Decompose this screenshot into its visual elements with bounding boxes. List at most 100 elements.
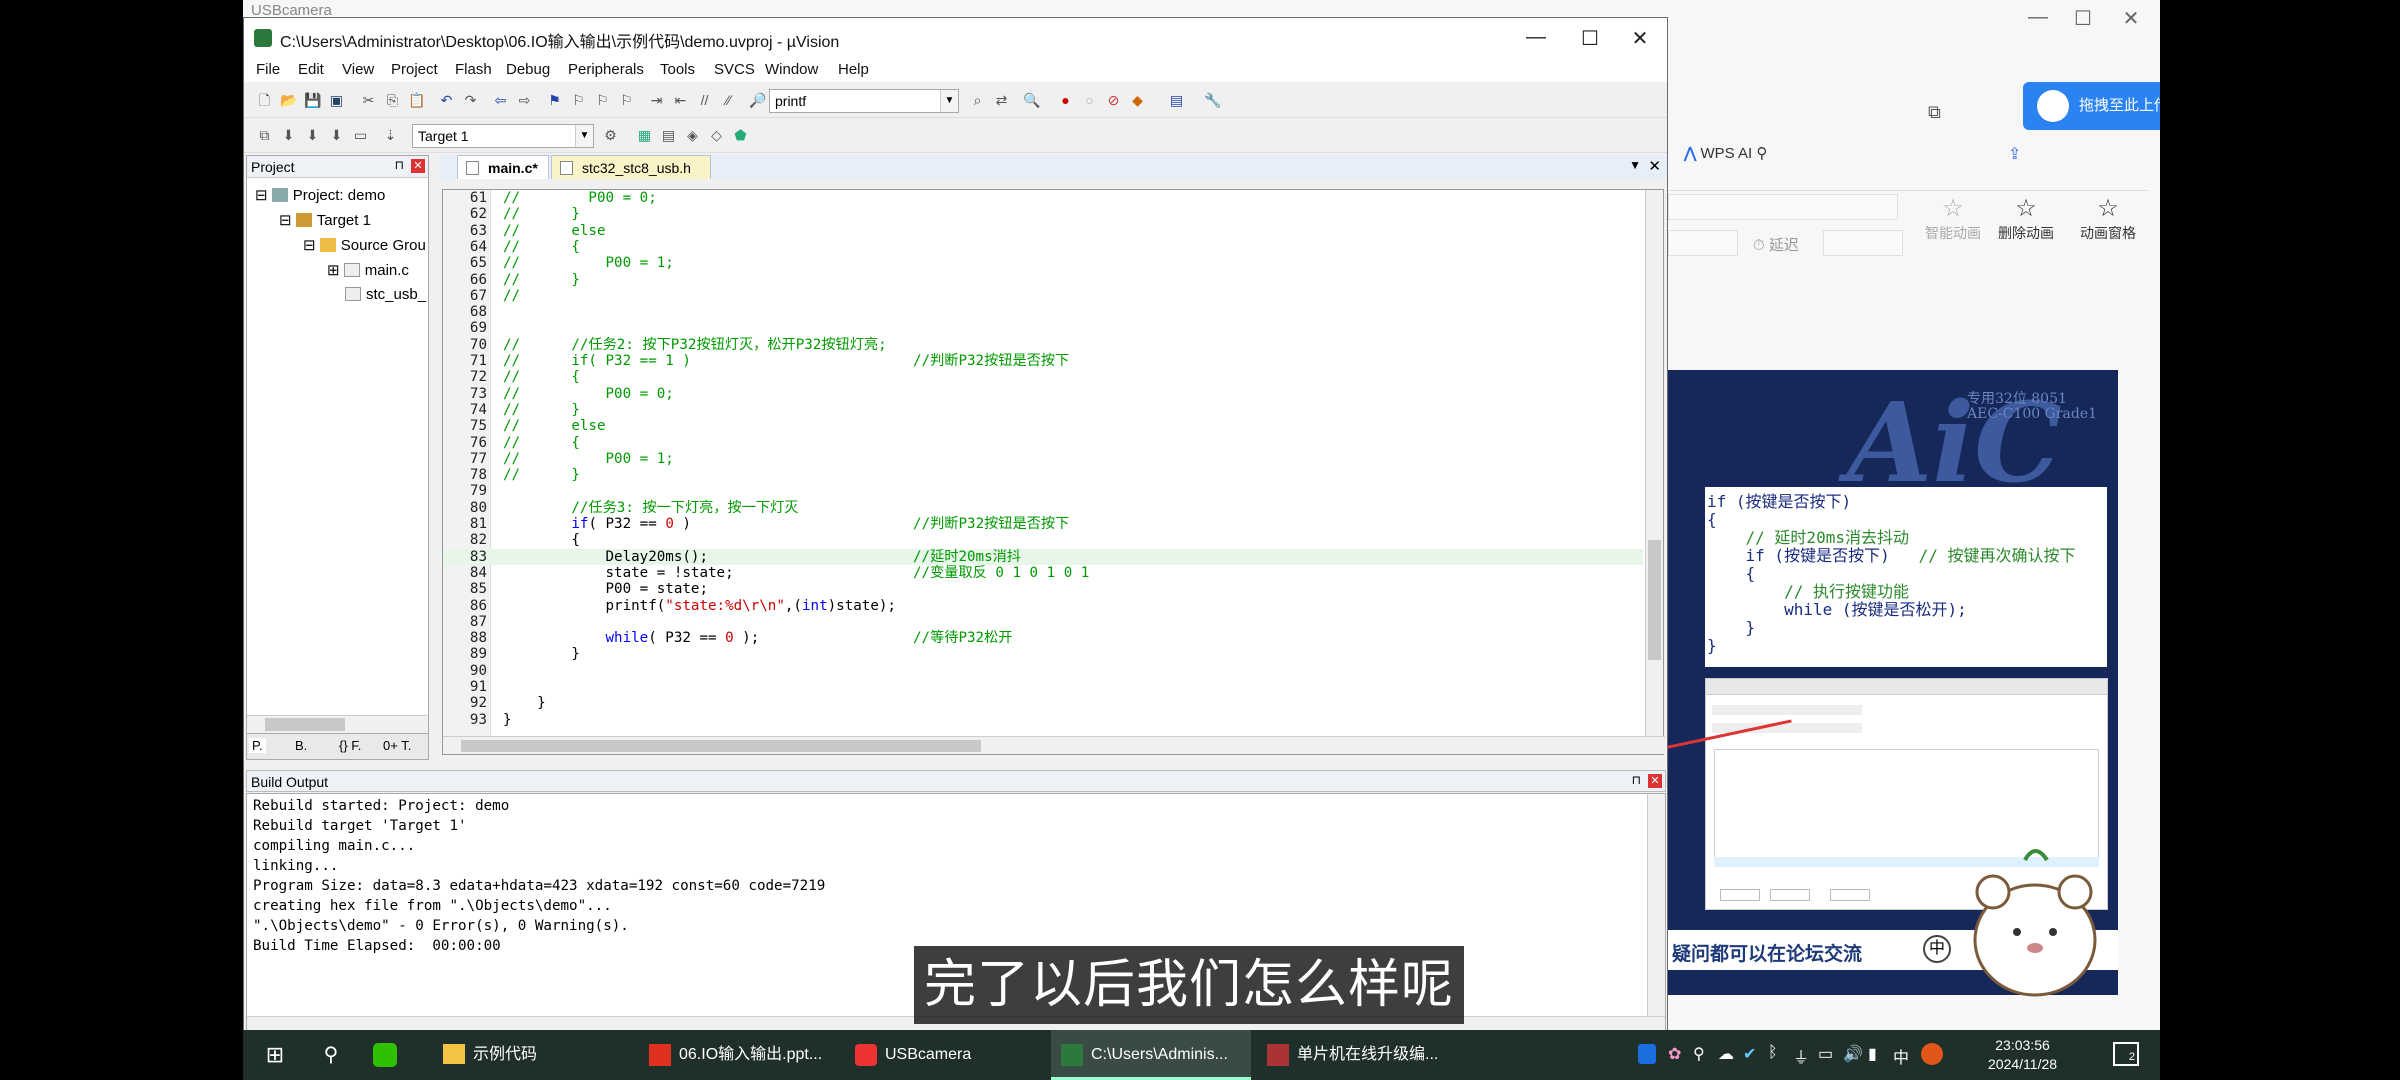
tray-usb-icon[interactable]: ⏚ [1793, 1044, 1809, 1068]
clock[interactable]: 23:03:56 2024/11/28 [1988, 1036, 2057, 1074]
file-extensions-icon[interactable]: ▤ [660, 127, 677, 144]
restore-icon[interactable]: ⧉ [1928, 102, 1941, 123]
task-wps-ppt[interactable]: 06.IO输入输出.ppt... [639, 1030, 839, 1080]
code-editor[interactable]: 61// P00 = 0; 62// } 63// else 64// {65// P… [442, 189, 1665, 755]
cut-icon[interactable]: ✂ [360, 92, 377, 109]
tree-item-main-c[interactable]: ⊞ main.c [327, 261, 409, 279]
tray-bluetooth-icon[interactable]: ᛒ [1768, 1044, 1778, 1062]
project-hscroll[interactable] [247, 715, 428, 733]
wps-ai-button[interactable]: ⋀ WPS AI ⚲ [1684, 144, 1767, 162]
translate-icon[interactable]: ⧉ [256, 127, 273, 144]
duration-input[interactable] [1668, 230, 1738, 256]
menu-file[interactable]: File [256, 61, 280, 78]
smart-animation-button[interactable]: ☆ 智能动画 [1918, 194, 1988, 243]
close-button[interactable]: ✕ [1618, 26, 1662, 51]
menu-tools[interactable]: Tools [660, 61, 695, 78]
tray-flower-icon[interactable]: ✿ [1668, 1044, 1681, 1064]
minimize-button[interactable]: — [1514, 26, 1558, 49]
breakpoint-icon[interactable]: ○ [1081, 92, 1098, 109]
tree-item-project[interactable]: ⊟ Project: demo [255, 186, 385, 204]
navigate-forward-icon[interactable]: ⇨ [516, 92, 533, 109]
ime-indicator[interactable]: 中 [1893, 1044, 1909, 1068]
tab-usb-header[interactable]: stc32_stc8_usb.h [551, 155, 711, 179]
target-combo[interactable]: Target 1 ▼ [412, 124, 594, 148]
save-icon[interactable]: 💾 [304, 92, 321, 109]
editor-hscroll[interactable] [443, 736, 1665, 754]
tree-item-source-group[interactable]: ⊟ Source Grou [303, 236, 426, 254]
tree-item-usb-lib[interactable]: stc_usb_ [345, 286, 426, 303]
configure-icon[interactable]: 🔧 [1204, 92, 1221, 109]
tab-templates[interactable]: 0+ T. [383, 738, 411, 753]
find-in-files-icon[interactable]: 🔎 [749, 92, 766, 109]
pin-icon[interactable]: ⊓ [395, 158, 404, 172]
rebuild-icon[interactable]: ⬇ [304, 127, 321, 144]
task-explorer[interactable]: 示例代码 [433, 1030, 633, 1080]
find-icon[interactable]: ⌕ [969, 92, 986, 109]
manage-components-icon[interactable]: ▦ [636, 127, 653, 144]
delete-animation-button[interactable]: ☆ 删除动画 [1986, 194, 2066, 243]
upload-drop-button[interactable]: 拖拽至此上传 [2023, 82, 2160, 130]
delay-input[interactable] [1823, 230, 1903, 256]
copy-icon[interactable]: ⎘ [384, 92, 401, 109]
tray-app-icon[interactable] [1638, 1044, 1656, 1064]
tab-list-chevron-icon[interactable]: ▼ [1629, 158, 1641, 172]
tray-search-icon[interactable]: ⚲ [1693, 1044, 1705, 1064]
open-folder-icon[interactable]: 📂 [280, 92, 297, 109]
tray-check-icon[interactable]: ✔ [1743, 1044, 1756, 1064]
new-file-icon[interactable]: 🗋 [256, 92, 273, 109]
panel-close-icon[interactable]: ✕ [1648, 774, 1662, 788]
tray-cloud-icon[interactable]: ☁ [1718, 1044, 1734, 1064]
menu-help[interactable]: Help [838, 61, 869, 78]
undo-icon[interactable]: ↶ [438, 92, 455, 109]
menu-edit[interactable]: Edit [298, 61, 324, 78]
unindent-icon[interactable]: ⇤ [672, 92, 689, 109]
menu-debug[interactable]: Debug [506, 61, 550, 78]
maximize-button[interactable]: ☐ [2063, 6, 2103, 31]
batch-build-icon[interactable]: ⬇ [328, 127, 345, 144]
incremental-find-icon[interactable]: 🔍 [1023, 92, 1040, 109]
target-options-icon[interactable]: ⚙ [602, 127, 619, 144]
task-usbcamera[interactable]: USBcamera [845, 1030, 1045, 1080]
tray-sogou-icon[interactable] [1921, 1043, 1943, 1065]
panel-close-icon[interactable]: ✕ [411, 159, 425, 173]
download-icon[interactable]: ⇣ [382, 127, 399, 144]
animation-combo[interactable] [1668, 194, 1898, 220]
tray-battery-icon[interactable]: ▮ [1868, 1044, 1877, 1064]
close-tab-icon[interactable]: ✕ [1648, 157, 1661, 175]
disable-breakpoints-icon[interactable]: ⊘ [1105, 92, 1122, 109]
tree-item-target[interactable]: ⊟ Target 1 [279, 211, 371, 229]
run-time-environment-icon[interactable]: ⬟ [732, 127, 749, 144]
task-uvision[interactable]: C:\Users\Adminis... [1051, 1030, 1251, 1080]
next-bookmark-icon[interactable]: ⚐ [594, 92, 611, 109]
replace-icon[interactable]: ⇄ [993, 92, 1010, 109]
pin-icon[interactable]: ⊓ [1632, 773, 1641, 787]
comment-icon[interactable]: // [696, 92, 713, 109]
build-vscroll[interactable] [1647, 794, 1665, 1016]
menu-view[interactable]: View [342, 61, 374, 78]
start-button[interactable]: ⊞ [253, 1030, 297, 1080]
tray-network-icon[interactable]: ▭ [1818, 1044, 1833, 1064]
editor-vscroll[interactable] [1645, 190, 1663, 740]
stop-build-icon[interactable]: ▭ [352, 127, 369, 144]
build-icon[interactable]: ⬇ [280, 127, 297, 144]
window-layout-icon[interactable]: ▤ [1168, 92, 1185, 109]
cloud-upload-icon[interactable]: ⇪ [2008, 144, 2021, 164]
tab-functions[interactable]: {} F. [339, 738, 361, 753]
start-debug-icon[interactable]: ● [1057, 92, 1074, 109]
wechat-button[interactable] [363, 1030, 407, 1080]
notification-button[interactable]: 2 [2113, 1042, 2139, 1066]
maximize-button[interactable]: ☐ [1568, 26, 1612, 51]
prev-bookmark-icon[interactable]: ⚐ [570, 92, 587, 109]
menu-svcs[interactable]: SVCS [714, 61, 755, 78]
tab-project[interactable]: P. [249, 738, 266, 753]
animation-pane-button[interactable]: ☆ 动画窗格 [2068, 194, 2148, 243]
packs-icon[interactable]: ◈ [684, 127, 701, 144]
task-isp-tool[interactable]: 单片机在线升级编... [1257, 1030, 1457, 1080]
indent-icon[interactable]: ⇥ [648, 92, 665, 109]
bookmark-icon[interactable]: ⚑ [546, 92, 563, 109]
menu-project[interactable]: Project [391, 61, 438, 78]
menu-window[interactable]: Window [765, 61, 818, 78]
tab-main-c[interactable]: main.c* [457, 155, 549, 179]
find-combo[interactable]: printf ▼ [769, 89, 959, 113]
menu-peripherals[interactable]: Peripherals [568, 61, 644, 78]
